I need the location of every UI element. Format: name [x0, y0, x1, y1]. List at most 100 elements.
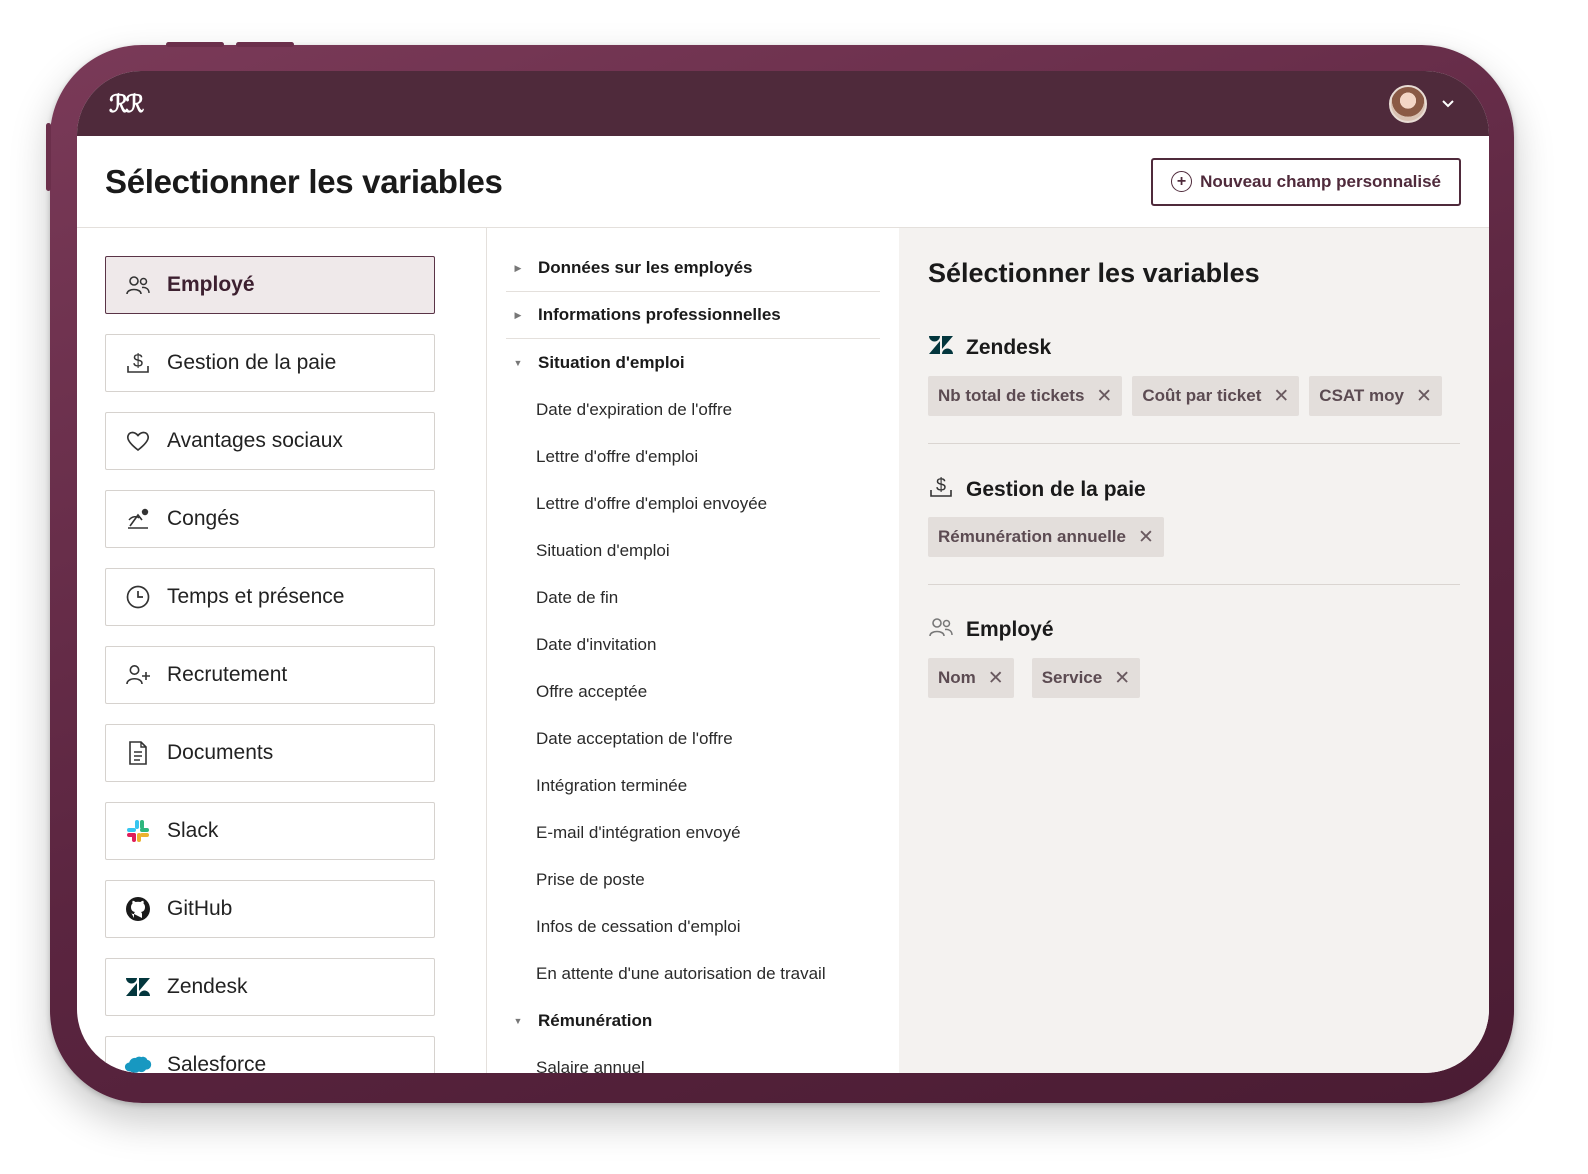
field-item[interactable]: Lettre d'offre d'emploi	[536, 447, 698, 467]
user-plus-icon	[124, 661, 152, 689]
device-button	[46, 123, 51, 191]
variable-chip: CSAT moy ✕	[1309, 376, 1442, 416]
new-custom-field-label: Nouveau champ personnalisé	[1200, 171, 1441, 191]
category-list: Employé $ Gestion de la paie Avantages s…	[77, 228, 487, 1073]
field-item[interactable]: Infos de cessation d'emploi	[536, 917, 741, 937]
heart-icon	[124, 427, 152, 455]
field-item[interactable]: Offre acceptée	[536, 682, 647, 702]
close-icon[interactable]: ✕	[988, 667, 1004, 690]
caret-down-icon: ▼	[513, 357, 523, 368]
section-label: Rémunération	[538, 1010, 653, 1030]
user-menu[interactable]	[1389, 84, 1455, 123]
plus-circle-icon: +	[1171, 171, 1193, 192]
category-avantages[interactable]: Avantages sociaux	[105, 412, 435, 470]
category-employe[interactable]: Employé	[105, 256, 435, 314]
close-icon[interactable]: ✕	[1096, 385, 1112, 408]
close-icon[interactable]: ✕	[1416, 385, 1432, 408]
field-item[interactable]: E-mail d'intégration envoyé	[536, 823, 741, 843]
field-item[interactable]: Date acceptation de l'offre	[536, 729, 733, 749]
section-situation-emploi[interactable]: ▼ Situation d'emploi	[506, 339, 880, 386]
section-label: Informations professionnelles	[538, 305, 781, 324]
caret-right-icon: ▶	[514, 309, 522, 320]
category-paie[interactable]: $ Gestion de la paie	[105, 334, 435, 392]
category-label: Zendesk	[167, 975, 248, 998]
category-label: Slack	[167, 819, 219, 842]
section-donnees-employes[interactable]: ▶ Données sur les employés	[506, 245, 880, 292]
variable-chip: Service ✕	[1031, 658, 1141, 698]
category-label: Documents	[167, 741, 274, 764]
group-name: Gestion de la paie	[966, 477, 1146, 501]
dollar-icon: $	[124, 349, 152, 377]
variable-chip: Nom ✕	[928, 658, 1014, 698]
panel-title: Sélectionner les variables	[928, 258, 1260, 288]
section-label: Données sur les employés	[538, 258, 753, 277]
chip-list: Nom ✕ Service ✕	[928, 658, 1141, 698]
github-icon	[124, 895, 152, 923]
app-logo[interactable]: ℛℛ	[109, 89, 144, 118]
category-slack[interactable]: Slack	[105, 802, 435, 860]
group-header-paie: $ Gestion de la paie	[928, 474, 1146, 505]
field-item[interactable]: Date d'expiration de l'offre	[536, 400, 732, 420]
chip-label: Nb total de tickets	[938, 386, 1085, 405]
category-salesforce[interactable]: Salesforce	[105, 1036, 435, 1073]
variable-chip: Coût par ticket ✕	[1132, 376, 1300, 416]
field-item[interactable]: Prise de poste	[536, 870, 645, 890]
section-infos-professionnelles[interactable]: ▶ Informations professionnelles	[506, 292, 880, 339]
category-label: GitHub	[167, 897, 233, 920]
clock-icon	[124, 583, 152, 611]
category-documents[interactable]: Documents	[105, 724, 435, 782]
category-label: Salesforce	[167, 1053, 267, 1073]
field-tree: ▶ Données sur les employés ▶ Information…	[488, 228, 898, 1073]
category-github[interactable]: GitHub	[105, 880, 435, 938]
top-bar: ℛℛ	[77, 71, 1489, 136]
divider	[928, 443, 1460, 444]
zendesk-icon	[928, 335, 954, 360]
svg-text:$: $	[133, 351, 143, 371]
variable-chip: Rémunération annuelle ✕	[928, 517, 1164, 557]
group-header-zendesk: Zendesk	[928, 335, 1051, 360]
category-temps[interactable]: Temps et présence	[105, 568, 435, 626]
svg-text:$: $	[936, 475, 946, 495]
device-button	[236, 42, 294, 47]
variable-chip: Nb total de tickets ✕	[928, 376, 1123, 416]
field-item[interactable]: En attente d'une autorisation de travail	[536, 964, 826, 984]
category-zendesk[interactable]: Zendesk	[105, 958, 435, 1016]
page-title: Sélectionner les variables	[105, 162, 503, 200]
category-label: Congés	[167, 507, 240, 530]
field-item[interactable]: Lettre d'offre d'emploi envoyée	[536, 494, 767, 514]
group-name: Employé	[966, 617, 1054, 641]
slack-icon	[124, 817, 152, 845]
category-recrutement[interactable]: Recrutement	[105, 646, 435, 704]
field-item[interactable]: Salaire annuel	[536, 1058, 645, 1073]
close-icon[interactable]: ✕	[1273, 385, 1289, 408]
salesforce-icon	[124, 1051, 152, 1073]
category-conges[interactable]: Congés	[105, 490, 435, 548]
category-label: Gestion de la paie	[167, 351, 337, 374]
document-icon	[124, 739, 152, 767]
category-label: Recrutement	[167, 663, 288, 686]
caret-down-icon: ▼	[513, 1015, 523, 1026]
chevron-down-icon[interactable]	[1441, 96, 1455, 112]
zendesk-icon	[124, 973, 152, 1001]
chip-label: Coût par ticket	[1142, 386, 1262, 405]
category-label: Avantages sociaux	[167, 429, 343, 452]
chip-label: Service	[1041, 668, 1103, 687]
title-bar: Sélectionner les variables + Nouveau cha…	[77, 136, 1489, 228]
chip-label: Nom	[938, 668, 976, 687]
close-icon[interactable]: ✕	[1114, 667, 1130, 690]
beach-icon	[124, 505, 152, 533]
section-label: Situation d'emploi	[538, 352, 685, 372]
chip-list: Nb total de tickets ✕ Coût par ticket ✕ …	[928, 376, 1442, 416]
field-item[interactable]: Intégration terminée	[536, 776, 687, 796]
field-item[interactable]: Date de fin	[536, 588, 618, 608]
category-label: Temps et présence	[167, 585, 345, 608]
section-remuneration[interactable]: ▼ Rémunération	[506, 997, 880, 1044]
chip-label: Rémunération annuelle	[938, 527, 1126, 546]
close-icon[interactable]: ✕	[1138, 526, 1154, 549]
avatar[interactable]	[1389, 84, 1427, 123]
field-item[interactable]: Date d'invitation	[536, 635, 656, 655]
group-name: Zendesk	[966, 335, 1052, 359]
new-custom-field-button[interactable]: + Nouveau champ personnalisé	[1151, 157, 1461, 206]
field-item[interactable]: Situation d'emploi	[536, 541, 670, 561]
people-icon	[928, 616, 954, 643]
